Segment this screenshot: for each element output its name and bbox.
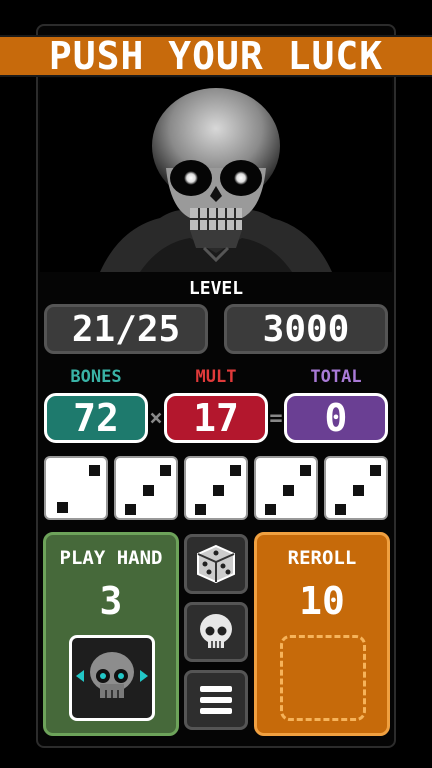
die-pip <box>352 484 364 496</box>
title-banner: PUSH YOUR LUCK <box>0 34 432 78</box>
die-pip <box>212 484 224 496</box>
play-hand-skull-slot <box>69 635 155 721</box>
die-pip <box>142 484 154 496</box>
reroll-empty-slot <box>280 635 366 721</box>
play-hand-label: PLAY HAND <box>59 547 163 569</box>
total-label: TOTAL <box>310 367 362 387</box>
die-pip <box>230 465 242 477</box>
times-sign: × <box>149 406 163 431</box>
dice-icon <box>197 544 235 584</box>
target-score-box: 3000 <box>224 304 388 354</box>
menu-button[interactable] <box>184 670 248 730</box>
mult-box: 17 <box>164 393 268 443</box>
die-pip <box>282 484 294 496</box>
dice-bag-button[interactable] <box>184 534 248 594</box>
die-1[interactable] <box>44 456 108 520</box>
bones-label: BONES <box>70 367 122 387</box>
die-pip <box>56 502 68 514</box>
die-5[interactable] <box>324 456 388 520</box>
reroll-label: REROLL <box>287 547 357 569</box>
die-4[interactable] <box>254 456 318 520</box>
die-2[interactable] <box>114 456 178 520</box>
skull-collection-button[interactable] <box>184 602 248 662</box>
level-label: LEVEL <box>188 278 244 299</box>
die-pip <box>124 503 136 515</box>
die-pip <box>264 503 276 515</box>
die-3[interactable] <box>184 456 248 520</box>
level-progress-box: 21/25 <box>44 304 208 354</box>
die-pip <box>194 503 206 515</box>
die-pip <box>300 465 312 477</box>
die-pip <box>334 503 346 515</box>
game-title: PUSH YOUR LUCK <box>48 34 384 78</box>
menu-icon <box>200 686 232 714</box>
die-pip <box>160 465 172 477</box>
total-value: 0 <box>324 396 348 440</box>
bones-box: 72 <box>44 393 148 443</box>
total-box: 0 <box>284 393 388 443</box>
skull-portrait <box>40 78 392 272</box>
play-hand-button[interactable]: PLAY HAND 3 <box>43 532 179 736</box>
target-score: 3000 <box>262 308 350 350</box>
reroll-button[interactable]: REROLL 10 <box>254 532 390 736</box>
mult-value: 17 <box>193 396 239 440</box>
reroll-count: 10 <box>299 579 345 623</box>
die-pip <box>370 465 382 477</box>
skull-icon <box>200 614 232 648</box>
skeleton-illustration <box>100 88 332 272</box>
mult-label: MULT <box>195 367 237 387</box>
level-progress: 21/25 <box>71 308 181 350</box>
die-pip <box>88 465 100 477</box>
skull-cyan-eyes-icon <box>76 652 148 698</box>
play-hand-count: 3 <box>99 579 123 623</box>
bones-value: 72 <box>73 396 119 440</box>
equals-sign: = <box>269 406 283 431</box>
